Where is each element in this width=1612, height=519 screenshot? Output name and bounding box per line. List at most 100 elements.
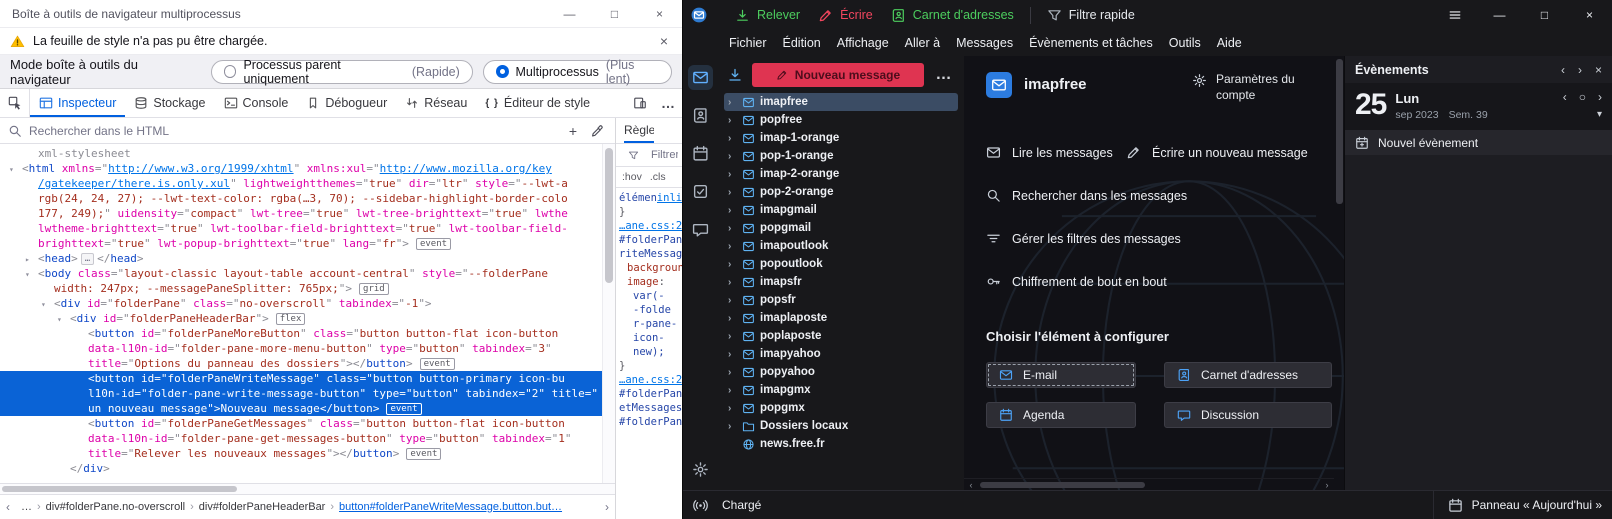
mode-option-multiprocessus[interactable]: Multiprocessus (Plus lent): [482, 58, 672, 86]
twisty-icon[interactable]: ›: [728, 295, 737, 306]
date-today-button[interactable]: ○: [1579, 90, 1586, 104]
account-action-écrire-un-nouveau-message[interactable]: Écrire un nouveau message: [1126, 145, 1308, 160]
pseudo-class-toggle[interactable]: :hov: [622, 171, 642, 183]
account-vertical-scrollbar[interactable]: [1334, 56, 1344, 478]
breadcrumb-item[interactable]: div#folderPane.no-overscroll: [41, 501, 190, 513]
menu-fichier[interactable]: Fichier: [721, 33, 775, 53]
twisty-icon[interactable]: ▾: [9, 162, 14, 176]
menu-affichage[interactable]: Affichage: [829, 33, 897, 53]
twisty-icon[interactable]: ▾: [25, 267, 30, 281]
markup-line[interactable]: 177, 249);" uidensity="compact" lwt-tree…: [0, 206, 602, 221]
stylesheet-link[interactable]: inline: [657, 191, 682, 205]
grid-badge[interactable]: grid: [359, 283, 389, 295]
folder-row-imap-2-orange[interactable]: › imap-2-orange: [724, 165, 958, 183]
folder-row-news-free-fr[interactable]: news.free.fr: [724, 435, 958, 453]
spaces-pin-icon[interactable]: [693, 498, 708, 513]
menu-outils[interactable]: Outils: [1161, 33, 1209, 53]
setup-button-carnet-d-adresses[interactable]: Carnet d'adresses: [1164, 362, 1332, 389]
markup-line[interactable]: <button id="folderPaneWriteMessage" clas…: [0, 371, 602, 386]
markup-line[interactable]: ▾ <div id="folderPane" class="no-overscro…: [0, 296, 602, 311]
markup-line[interactable]: title="Relever les nouveaux messages"></…: [0, 446, 602, 461]
today-pane-toggle[interactable]: Panneau « Aujourd'hui »: [1432, 491, 1602, 519]
app-menu-button[interactable]: [1432, 0, 1477, 30]
menu-messages[interactable]: Messages: [948, 33, 1021, 53]
twisty-icon[interactable]: ›: [728, 151, 737, 162]
twisty-icon[interactable]: ›: [728, 205, 737, 216]
folder-row-popfree[interactable]: › popfree: [724, 111, 958, 129]
folder-row-popgmail[interactable]: › popgmail: [724, 219, 958, 237]
space-gear[interactable]: [688, 457, 713, 482]
markup-line[interactable]: ▾ <div id="folderPaneHeaderBar"> flex: [0, 311, 602, 326]
scrollbar-thumb[interactable]: [605, 148, 613, 283]
new-message-button[interactable]: Nouveau message: [752, 63, 924, 87]
markup-line[interactable]: data-l10n-id="folder-pane-get-messages-b…: [0, 431, 602, 446]
maximize-button[interactable]: □: [1522, 0, 1567, 30]
folder-row-dossiers-locaux[interactable]: › Dossiers locaux: [724, 417, 958, 435]
breadcrumb-item[interactable]: div#folderPaneHeaderBar: [194, 501, 331, 513]
folder-row-popgmx[interactable]: › popgmx: [724, 399, 958, 417]
folder-row-popsfr[interactable]: › popsfr: [724, 291, 958, 309]
twisty-icon[interactable]: ›: [728, 169, 737, 180]
markup-line[interactable]: <button id="folderPaneGetMessages" class…: [0, 416, 602, 431]
markup-line[interactable]: ▸ <head>… </head>: [0, 251, 602, 266]
class-toggle[interactable]: .cls: [650, 171, 666, 183]
folder-row-popyahoo[interactable]: › popyahoo: [724, 363, 958, 381]
scrollbar-thumb[interactable]: [980, 482, 1145, 488]
responsive-button[interactable]: [626, 89, 654, 117]
tab-éditeur-de-style[interactable]: { } Éditeur de style: [476, 89, 599, 117]
folder-pane-options-button[interactable]: …: [933, 66, 955, 84]
twisty-icon[interactable]: ›: [728, 421, 737, 432]
setup-button-agenda[interactable]: Agenda: [986, 402, 1136, 429]
account-settings-button[interactable]: Paramètres du compte: [1192, 72, 1322, 103]
rules-filter-input[interactable]: Filtrer les styles: [651, 149, 678, 161]
twisty-icon[interactable]: ▾: [41, 297, 46, 311]
markup-line[interactable]: <button id="folderPaneMoreButton" class=…: [0, 326, 602, 341]
folder-row-popoutlook[interactable]: › popoutlook: [724, 255, 958, 273]
get-messages-button[interactable]: [727, 67, 743, 83]
setup-button-discussion[interactable]: Discussion: [1164, 402, 1332, 429]
eyedropper-button[interactable]: [587, 124, 607, 138]
toolbar-filtre-rapide[interactable]: Filtre rapide: [1038, 2, 1144, 28]
folder-row-imapgmx[interactable]: › imapgmx: [724, 381, 958, 399]
event-badge[interactable]: event: [419, 358, 455, 370]
stylesheet-link[interactable]: …ane.css:2: [619, 219, 682, 233]
markup-line[interactable]: ▾ <html xmlns="http://www.w3.org/1999/xht…: [0, 161, 602, 176]
mode-option-processus-parent-uniquement[interactable]: Processus parent uniquement (Rapide): [210, 58, 473, 86]
breadcrumb-scroll-left[interactable]: ‹: [0, 500, 16, 514]
folder-row-imapoutlook[interactable]: › imapoutlook: [724, 237, 958, 255]
markup-line[interactable]: title="Options du panneau des dossiers">…: [0, 356, 602, 371]
markup-line[interactable]: data-l10n-id="folder-pane-more-menu-butt…: [0, 341, 602, 356]
account-horizontal-scrollbar[interactable]: ‹ ›: [964, 478, 1334, 490]
node-picker-button[interactable]: [0, 89, 30, 117]
toolbar-carnet-d-adresses[interactable]: Carnet d'adresses: [882, 2, 1023, 28]
menu-aide[interactable]: Aide: [1209, 33, 1250, 53]
twisty-icon[interactable]: ›: [728, 133, 737, 144]
menu-édition[interactable]: Édition: [775, 33, 829, 53]
minimize-button[interactable]: —: [1477, 0, 1522, 30]
account-action-chiffrement-de-bout-en-bout[interactable]: Chiffrement de bout en bout: [986, 274, 1322, 289]
breadcrumb-item[interactable]: button#folderPaneWriteMessage.button.but…: [334, 501, 567, 513]
setup-button-e-mail[interactable]: E-mail: [986, 362, 1136, 389]
markup-line[interactable]: /gatekeeper/there.is.only.xul" lightweig…: [0, 176, 602, 191]
stylesheet-link[interactable]: …ane.css:2: [619, 373, 682, 387]
event-badge[interactable]: event: [406, 448, 442, 460]
new-event-button[interactable]: Nouvel évènement: [1345, 130, 1612, 155]
folder-row-pop-1-orange[interactable]: › pop-1-orange: [724, 147, 958, 165]
today-pane-next-button[interactable]: ›: [1578, 63, 1582, 77]
account-action-rechercher-dans-les-messages[interactable]: Rechercher dans les messages: [986, 188, 1322, 203]
menu-aller-à[interactable]: Aller à: [897, 33, 948, 53]
breadcrumb-item[interactable]: …: [16, 501, 37, 513]
twisty-icon[interactable]: ›: [728, 349, 737, 360]
scroll-right-arrow[interactable]: ›: [1320, 480, 1334, 490]
folder-row-imapfree[interactable]: › imapfree: [724, 93, 958, 111]
event-badge[interactable]: event: [415, 238, 452, 250]
folder-row-imapgmail[interactable]: › imapgmail: [724, 201, 958, 219]
tab-console[interactable]: Console: [215, 89, 298, 117]
folder-row-imap-1-orange[interactable]: › imap-1-orange: [724, 129, 958, 147]
space-book[interactable]: [688, 103, 713, 128]
toolbar-écrire[interactable]: Écrire: [809, 2, 882, 28]
tab-réseau[interactable]: Réseau: [396, 89, 476, 117]
twisty-icon[interactable]: ›: [728, 277, 737, 288]
space-envelope[interactable]: [688, 65, 713, 90]
add-node-button[interactable]: +: [566, 123, 580, 139]
